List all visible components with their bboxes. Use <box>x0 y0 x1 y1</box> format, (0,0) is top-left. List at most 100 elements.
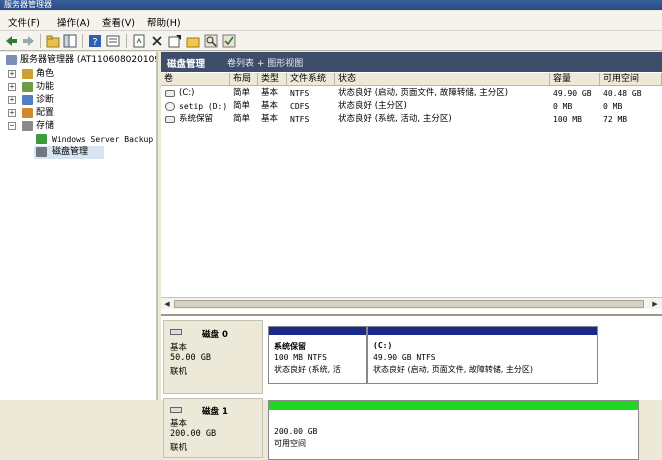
column-header-capacity[interactable]: 容量 <box>550 73 600 86</box>
volume-status: 状态良好 (主分区) <box>338 101 407 111</box>
tree-item-diagnostics[interactable]: + 诊断 <box>0 94 156 107</box>
menu-file[interactable]: 文件(F) <box>8 15 40 29</box>
partition-c[interactable]: (C:) 49.90 GB NTFS 状态良好 (启动, 页面文件, 故障转储,… <box>367 326 598 384</box>
collapse-icon[interactable]: − <box>8 122 16 130</box>
show-tree-icon[interactable] <box>63 34 77 48</box>
tree-item-root[interactable]: 服务器管理器 (AT1106080201095 <box>0 54 158 67</box>
svg-text:?: ? <box>92 37 97 48</box>
window-title-bar: 服务器管理器 <box>0 0 662 10</box>
tree-label-configuration: 配置 <box>36 108 55 118</box>
pane-header: 磁盘管理 卷列表 + 图形视图 <box>161 52 662 72</box>
configuration-icon <box>22 108 33 118</box>
tree-label-roles: 角色 <box>36 69 55 79</box>
menu-view[interactable]: 查看(V) <box>102 15 135 29</box>
volume-status: 状态良好 (启动, 页面文件, 故障转储, 主分区) <box>338 88 509 98</box>
partition-system-reserved[interactable]: 系统保留 100 MB NTFS 状态良好 (系统, 活 <box>268 326 367 384</box>
pane-subtitle: 卷列表 + 图形视图 <box>227 59 304 69</box>
expand-icon[interactable]: + <box>8 83 16 91</box>
partition-info: 200.00 GB <box>274 427 318 436</box>
volume-layout: 简单 <box>233 88 251 98</box>
volume-name: 系统保留 <box>179 114 214 124</box>
column-header-free-space[interactable]: 可用空间 <box>600 73 662 86</box>
partition-status: 状态良好 (系统, 活 <box>274 365 341 374</box>
partition-unallocated[interactable]: 200.00 GB 可用空间 <box>268 400 639 460</box>
menu-action[interactable]: 操作(A) <box>57 15 90 29</box>
table-row[interactable]: (C:) 简单 基本 NTFS 状态良好 (启动, 页面文件, 故障转储, 主分… <box>161 87 662 100</box>
search-icon[interactable] <box>204 34 218 48</box>
tree-item-configuration[interactable]: + 配置 <box>0 107 156 120</box>
refresh-icon[interactable] <box>132 34 146 48</box>
volume-layout: 简单 <box>233 114 251 124</box>
partition-type-bar <box>368 327 597 335</box>
scroll-left-icon[interactable]: ◀ <box>162 299 172 309</box>
volume-capacity: 49.90 GB <box>553 89 592 98</box>
forward-icon[interactable] <box>22 34 36 48</box>
column-header-volume[interactable]: 卷 <box>161 73 230 86</box>
cd-drive-icon <box>165 102 175 111</box>
column-header-filesystem[interactable]: 文件系统 <box>287 73 335 86</box>
disk-state: 联机 <box>170 443 188 453</box>
volume-type: 基本 <box>261 114 279 124</box>
menu-help[interactable]: 帮助(H) <box>147 15 181 29</box>
expand-icon[interactable]: + <box>8 70 16 78</box>
tree-item-features[interactable]: + 功能 <box>0 81 156 94</box>
storage-icon <box>22 121 33 131</box>
volume-type: 基本 <box>261 101 279 111</box>
delete-icon[interactable] <box>150 34 164 48</box>
tree-label-storage: 存储 <box>36 121 55 131</box>
drive-icon <box>165 90 175 97</box>
navigation-tree: 服务器管理器 (AT1106080201095 + 角色 + 功能 + 诊断 +… <box>0 52 158 400</box>
disk-type: 基本 <box>170 419 188 429</box>
volume-free: 0 MB <box>603 102 623 111</box>
toolbar-separator <box>126 34 127 48</box>
check-disk-icon[interactable] <box>222 34 236 48</box>
tree-item-storage[interactable]: − 存储 <box>0 120 156 133</box>
disk-name: 磁盘 0 <box>202 330 228 340</box>
table-row[interactable]: setip (D:) 简单 基本 CDFS 状态良好 (主分区) 0 MB 0 … <box>161 100 662 113</box>
back-icon[interactable] <box>4 34 18 48</box>
pane-title: 磁盘管理 <box>167 59 206 70</box>
tree-label-disk-management: 磁盘管理 <box>52 147 89 157</box>
column-header-layout[interactable]: 布局 <box>230 73 258 86</box>
tree-label-backup: Windows Server Backup <box>52 135 154 144</box>
window-title: 服务器管理器 <box>4 0 52 9</box>
volume-capacity: 0 MB <box>553 102 573 111</box>
main-pane: 磁盘管理 卷列表 + 图形视图 卷 布局 类型 文件系统 状态 容量 可用空间 … <box>161 52 662 460</box>
tree-item-roles[interactable]: + 角色 <box>0 68 156 81</box>
scroll-thumb[interactable] <box>174 300 644 308</box>
up-folder-icon[interactable] <box>46 34 60 48</box>
disk-name: 磁盘 1 <box>202 407 228 417</box>
menu-bar: 文件(F) 操作(A) 查看(V) 帮助(H) <box>0 11 662 31</box>
expand-icon[interactable]: + <box>8 109 16 117</box>
volume-free: 40.48 GB <box>603 89 642 98</box>
help-icon[interactable]: ? <box>88 34 102 48</box>
tree-label-diagnostics: 诊断 <box>36 95 55 105</box>
scroll-right-icon[interactable]: ▶ <box>650 299 660 309</box>
tree-label-root: 服务器管理器 (AT1106080201095 <box>20 55 158 65</box>
tree-item-backup[interactable]: Windows Server Backup <box>0 133 156 146</box>
disk-label-0[interactable]: 磁盘 0 基本 50.00 GB 联机 <box>163 320 263 394</box>
partition-type-bar <box>269 401 638 410</box>
table-row[interactable]: 系统保留 简单 基本 NTFS 状态良好 (系统, 活动, 主分区) 100 M… <box>161 113 662 126</box>
disk-icon <box>170 329 182 335</box>
properties-icon[interactable] <box>106 34 120 48</box>
volume-name: (C:) <box>179 88 195 98</box>
disk-label-1[interactable]: 磁盘 1 基本 200.00 GB 联机 <box>163 398 263 458</box>
drive-icon <box>165 116 175 123</box>
partition-status: 状态良好 (启动, 页面文件, 故障转储, 主分区) <box>373 365 534 374</box>
horizontal-scrollbar[interactable]: ◀ ▶ <box>161 297 662 309</box>
open-folder-icon[interactable] <box>186 34 200 48</box>
diagnostics-icon <box>22 95 33 105</box>
volume-name: setip (D:) <box>179 102 228 111</box>
column-header-status[interactable]: 状态 <box>335 73 550 86</box>
volume-fs: NTFS <box>290 115 310 124</box>
volume-fs: CDFS <box>290 102 310 111</box>
tree-item-disk-management[interactable]: 磁盘管理 <box>34 146 104 159</box>
disk-size: 50.00 GB <box>170 353 211 363</box>
column-header-type[interactable]: 类型 <box>258 73 287 86</box>
roles-icon <box>22 69 33 79</box>
export-icon[interactable] <box>168 34 182 48</box>
expand-icon[interactable]: + <box>8 96 16 104</box>
volume-type: 基本 <box>261 88 279 98</box>
partition-info: 49.90 GB NTFS <box>373 353 436 362</box>
